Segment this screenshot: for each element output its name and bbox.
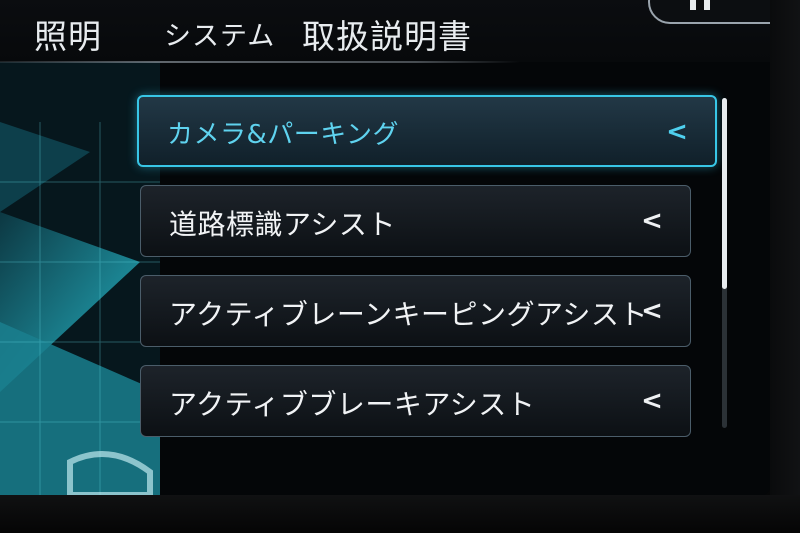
menu-item-traffic-sign-assist[interactable]: 道路標識アシスト <: [140, 185, 691, 257]
pause-button[interactable]: [648, 0, 770, 24]
menu-item-label: カメラ&パーキング: [167, 120, 399, 150]
menu-item-label: 道路標識アシスト: [169, 208, 396, 241]
chevron-left-icon: <: [641, 206, 663, 236]
chevron-left-icon: <: [641, 386, 663, 416]
scrollbar-thumb[interactable]: [722, 98, 727, 289]
background-graphic: [0, 62, 160, 495]
menu-item-lane-keeping-assist[interactable]: アクティブレーンキーピングアシスト <: [140, 275, 691, 347]
scrollbar[interactable]: [722, 98, 727, 428]
pause-icon: [690, 0, 714, 10]
chevron-left-icon: <: [641, 296, 663, 326]
menu-item-camera-parking[interactable]: カメラ&パーキング <: [137, 95, 717, 167]
screen-bezel-bottom: [0, 495, 800, 533]
tab-lighting[interactable]: 照明: [34, 10, 102, 58]
menu-item-label: アクティブレーンキーピングアシスト: [169, 298, 648, 331]
tab-divider: [0, 61, 520, 63]
display-screen: 照明 システム 取扱説明書 カメラ&パーキング < 道路標識アシスト < アクテ…: [0, 0, 770, 495]
tab-manual[interactable]: 取扱説明書: [302, 10, 472, 58]
menu-item-brake-assist[interactable]: アクティブブレーキアシスト <: [140, 365, 691, 437]
menu-item-label: アクティブブレーキアシスト: [169, 388, 536, 421]
screen-bezel-right: [770, 0, 800, 533]
tab-system[interactable]: システム: [164, 14, 275, 53]
chevron-left-icon: <: [666, 117, 688, 147]
